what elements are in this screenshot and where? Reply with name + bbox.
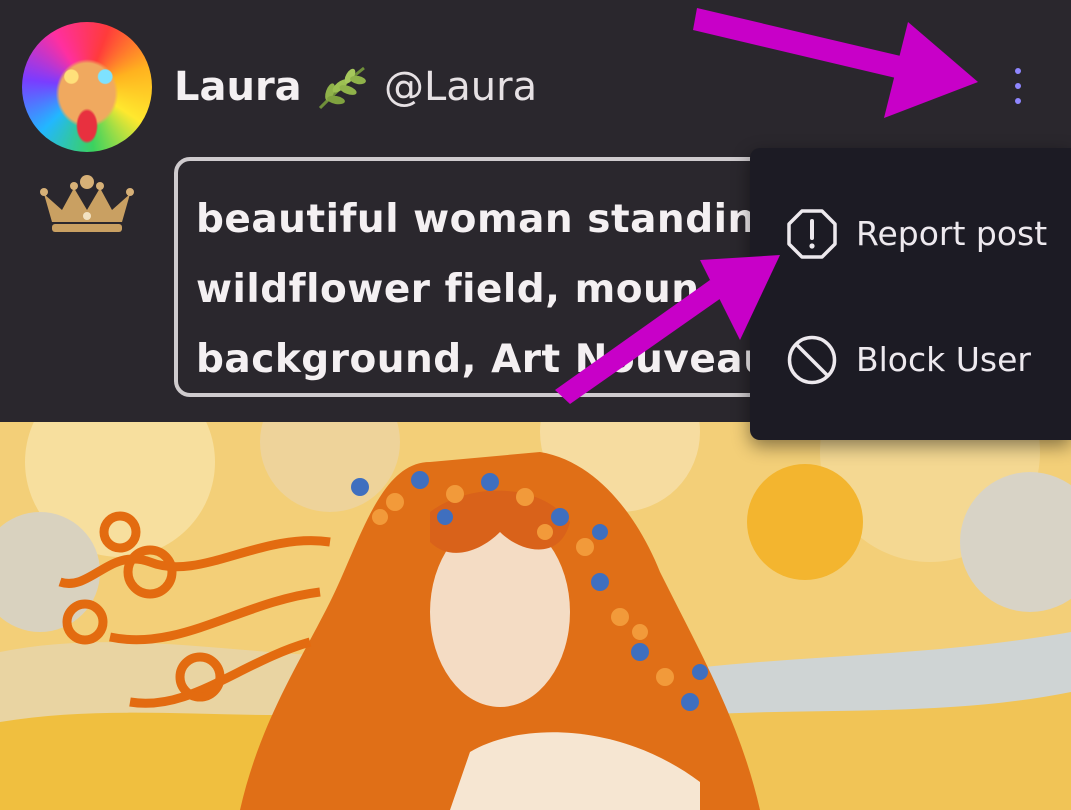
- report-post-label: Report post: [856, 214, 1048, 253]
- post-image[interactable]: [0, 422, 1071, 810]
- block-icon: [787, 335, 837, 385]
- avatar[interactable]: [22, 22, 152, 152]
- user-handle[interactable]: @Laura: [384, 62, 537, 112]
- post-options-menu: Report post Block User: [750, 148, 1071, 440]
- block-user-label: Block User: [856, 340, 1031, 379]
- crown-icon: [40, 175, 134, 232]
- more-vertical-icon: [1015, 68, 1021, 74]
- more-options-button[interactable]: [1000, 58, 1036, 114]
- report-post-item[interactable]: Report post: [750, 188, 1071, 278]
- user-name[interactable]: Laura: [174, 62, 302, 112]
- block-user-item[interactable]: Block User: [750, 314, 1071, 404]
- leaf-icon: [318, 66, 366, 110]
- alert-octagon-icon: [787, 209, 837, 259]
